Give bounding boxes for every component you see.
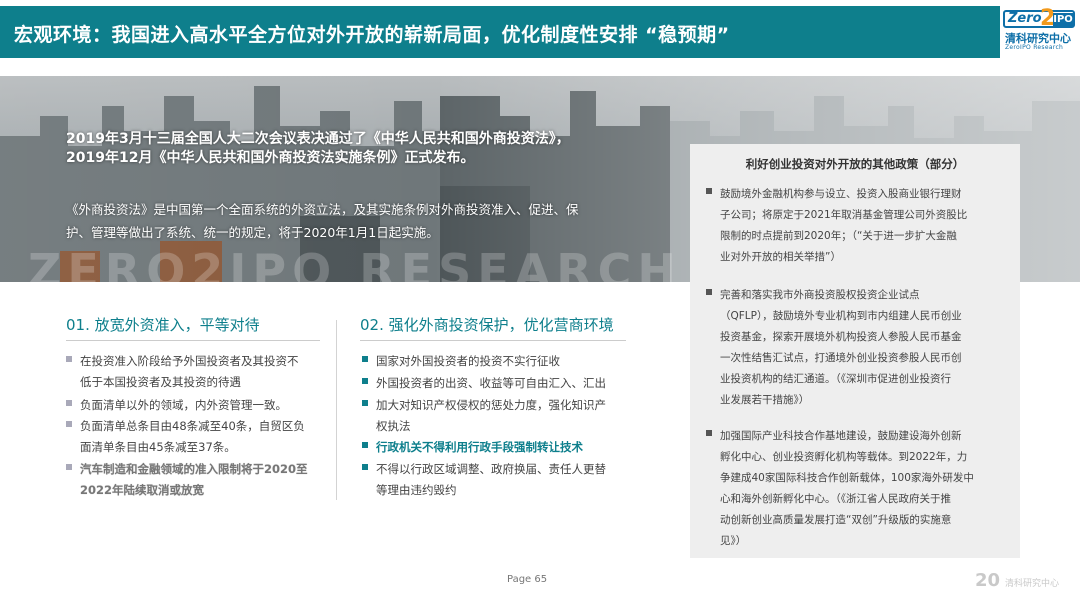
col1-item: 在投资准入阶段给予外国投资者及其投资不 低于本国投资者及其投资的待遇	[66, 351, 299, 393]
bullet-icon	[66, 464, 72, 470]
footer-logo-text: 清科研究中心	[1005, 579, 1060, 589]
page-number: Page 65	[507, 574, 547, 585]
col1-item: 负面清单以外的领域，内外资管理一致。	[66, 395, 287, 416]
bullet-icon	[706, 430, 712, 436]
watermark-text: ZERO2IPO RESEARCH	[28, 244, 682, 282]
col2-item-line: 等理由违约毁约	[376, 483, 457, 497]
column-separator	[336, 320, 337, 500]
col2-heading: 02. 强化外商投资保护，优化营商环境	[360, 314, 614, 335]
col2-item-line: 国家对外国投资者的投资不实行征收	[376, 354, 560, 368]
bullet-icon	[362, 442, 368, 448]
col2-item: 加大对知识产权侵权的惩处力度，强化知识产 权执法	[362, 395, 606, 437]
panel-item-line: 鼓励境外金融机构参与设立、投资入股商业银行理财	[720, 188, 962, 200]
col1-item-line: 在投资准入阶段给予外国投资者及其投资不	[80, 354, 299, 368]
bullet-icon	[362, 356, 368, 362]
col1-number: 01.	[66, 316, 90, 334]
panel-item-line: 业发展若干措施》）	[720, 394, 810, 406]
col2-item-line: 不得以行政区域调整、政府换届、责任人更替	[376, 462, 606, 476]
title-bar: 宏观环境：我国进入高水平全方位对外开放的崭新局面，优化制度性安排 “稳预期”	[0, 6, 1000, 58]
panel-item-line: 争建成40家国际科技合作创新载体，100家海外研发中	[720, 472, 974, 484]
col1-divider	[66, 340, 320, 341]
logo-mark-right: IPO	[1053, 13, 1073, 26]
panel-item-line: 加强国际产业科技合作基地建设，鼓励建设海外创新	[720, 430, 962, 442]
slide-footer: Page 65 20 清科研究中心	[0, 568, 1080, 608]
page-label: Page	[507, 574, 532, 585]
panel-item-line: 子公司；将原定于2021年取消基金管理公司外资股比	[720, 209, 968, 221]
panel-item-line: 一次性结售汇试点，打通境外创业投资参股人民币创	[720, 352, 962, 364]
company-logo: Zero 2 IPO 清科研究中心 ZeroIPO Research	[1003, 6, 1075, 56]
hero-body-1: 《外商投资法》是中国第一个全面系统的外资立法，及其实施条例对外商投资准入、促进、…	[66, 202, 579, 217]
col2-item-line: 行政机关不得利用行政手段强制转让技术	[376, 440, 583, 454]
panel-item: 完善和落实我市外商投资股权投资企业试点 （QFLP），鼓励境外专业机构到市内组建…	[706, 285, 1005, 411]
panel-item: 加强国际产业科技合作基地建设，鼓励建设海外创新 孵化中心、创业投资孵化机构等载体…	[706, 426, 1005, 552]
col2-title: 强化外商投资保护，优化营商环境	[388, 316, 614, 334]
col1-item-line: 汽车制造和金融领域的准入限制将于2020至	[80, 462, 308, 476]
logo-mark-left: Zero	[1008, 11, 1042, 26]
bullet-icon	[362, 378, 368, 384]
panel-title: 利好创业投资对外开放的其他政策（部分）	[745, 157, 965, 171]
panel-item-line: 心和海外创新孵化中心。（《浙江省人民政府关于推	[720, 493, 951, 505]
col2-item: 国家对外国投资者的投资不实行征收	[362, 351, 560, 372]
bullet-icon	[66, 400, 72, 406]
col1-item-line: 面清单条目由45条减至37条。	[80, 440, 236, 454]
hero-body-2: 护、管理等做出了系统、统一的规定，将于2020年1月1日起实施。	[66, 225, 439, 240]
bullet-icon	[362, 400, 368, 406]
col1-item: 负面清单总条目由48条减至40条，自贸区负 面清单条目由45条减至37条。	[66, 416, 305, 458]
col1-item: 汽车制造和金融领域的准入限制将于2020至 2022年陆续取消或放宽	[66, 459, 308, 501]
slide-header: 宏观环境：我国进入高水平全方位对外开放的崭新局面，优化制度性安排 “稳预期” Z…	[0, 0, 1080, 66]
col2-item: 外国投资者的出资、收益等可自由汇入、汇出	[362, 373, 606, 394]
col2-divider	[360, 340, 626, 341]
col2-number: 02.	[360, 316, 384, 334]
panel-item: 鼓励境外金融机构参与设立、投资入股商业银行理财 子公司；将原定于2021年取消基…	[706, 184, 1005, 268]
panel-item-line: 见》）	[720, 535, 747, 547]
panel-item-line: 孵化中心、创业投资孵化机构等载体。到2022年，力	[720, 451, 968, 463]
bullet-icon	[362, 464, 368, 470]
col1-item-line: 低于本国投资者及其投资的待遇	[80, 375, 241, 389]
page-value: 65	[534, 574, 548, 585]
bullet-icon	[66, 356, 72, 362]
panel-item-line: 动创新创业高质量发展打造“双创”升级版的实施意	[720, 514, 952, 526]
col2-item: 行政机关不得利用行政手段强制转让技术	[362, 437, 583, 458]
col2-item-line: 权执法	[376, 419, 411, 433]
col2-item-line: 加大对知识产权侵权的惩处力度，强化知识产	[376, 398, 606, 412]
col2-item-line: 外国投资者的出资、收益等可自由汇入、汇出	[376, 376, 606, 390]
panel-item-line: 业对外开放的相关举措”）	[720, 251, 841, 263]
col1-title: 放宽外资准入，平等对待	[94, 316, 260, 334]
bullet-icon	[706, 188, 712, 194]
panel-item-line: 投资基金，探索开展境外机构投资人参股人民币基金	[720, 331, 962, 343]
panel-item-line: 完善和落实我市外商投资股权投资企业试点	[720, 289, 920, 301]
col1-item-line: 负面清单以外的领域，内外资管理一致。	[80, 398, 287, 412]
hero-headline-1: 2019年3月十三届全国人大二次会议表决通过了《中华人民共和国外商投资法》，	[66, 131, 570, 147]
hero-headline-2: 2019年12月《中华人民共和国外商投资法实施条例》正式发布。	[66, 150, 475, 166]
panel-item-line: 限制的时点提前到2020年；（“关于进一步扩大金融	[720, 230, 957, 242]
panel-item-line: 业投资机构的结汇通道。（《深圳市促进创业投资行	[720, 373, 951, 385]
bullet-icon	[66, 421, 72, 427]
col1-heading: 01. 放宽外资准入，平等对待	[66, 314, 260, 335]
col1-item-line: 2022年陆续取消或放宽	[80, 483, 205, 497]
slide-title: 宏观环境：我国进入高水平全方位对外开放的崭新局面，优化制度性安排 “稳预期”	[14, 24, 730, 46]
logo-mark: Zero 2 IPO	[1003, 6, 1075, 31]
panel-item-line: （QFLP），鼓励境外专业机构到市内组建人民币创业	[720, 310, 962, 322]
col2-item: 不得以行政区域调整、政府换届、责任人更替 等理由违约毁约	[362, 459, 606, 501]
col1-item-line: 负面清单总条目由48条减至40条，自贸区负	[80, 419, 305, 433]
logo-name-en: ZeroIPO Research	[1005, 44, 1064, 51]
bullet-icon	[706, 289, 712, 295]
footer-logo-mark: 20	[975, 570, 1001, 591]
policy-panel: 利好创业投资对外开放的其他政策（部分） 鼓励境外金融机构参与设立、投资入股商业银…	[690, 144, 1020, 558]
